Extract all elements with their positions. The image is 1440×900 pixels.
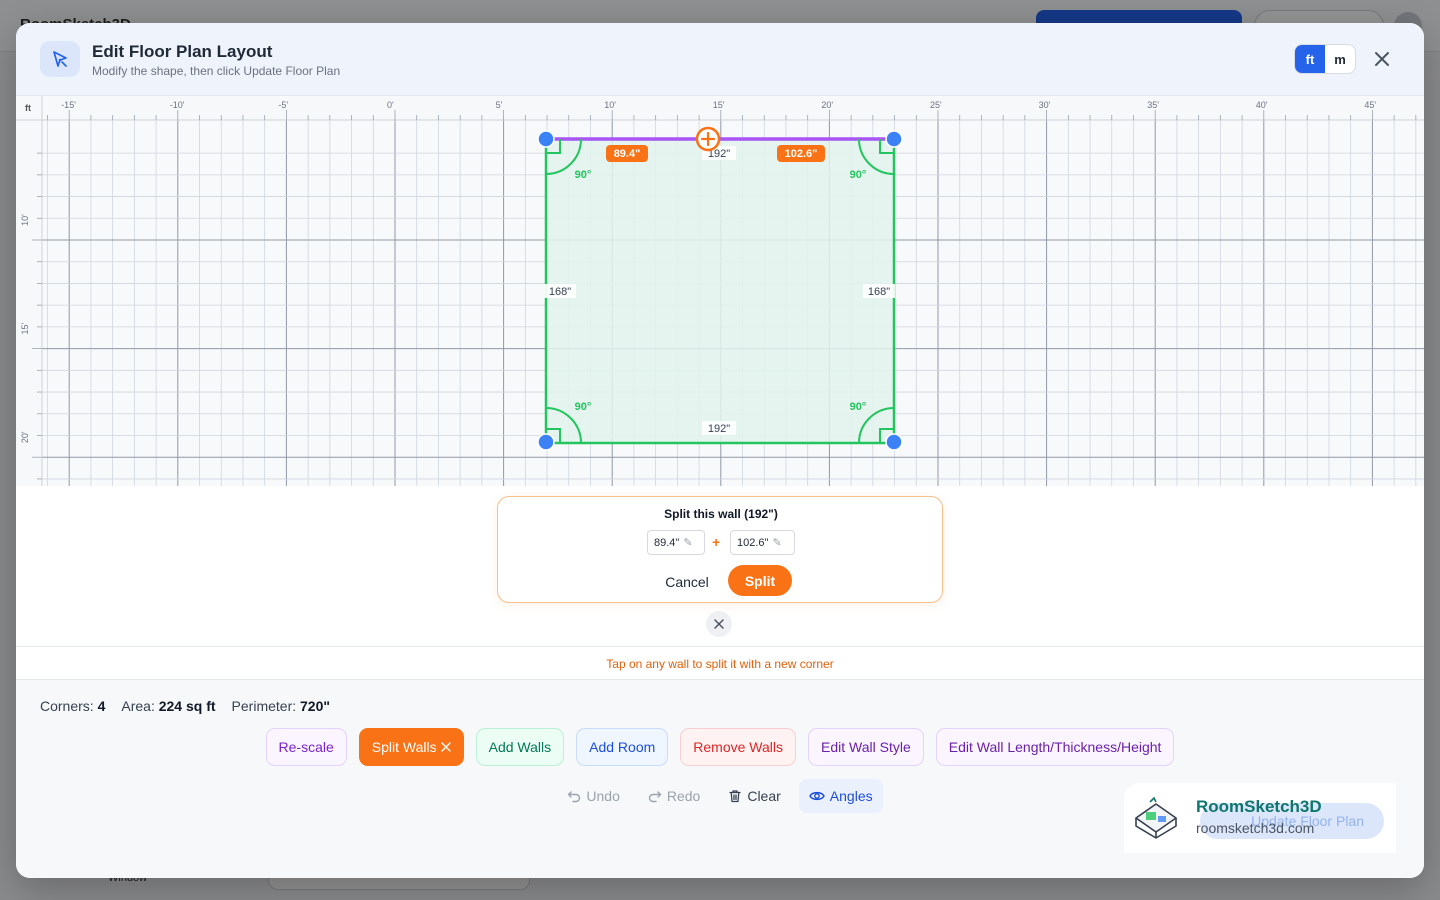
ruler-x-label: 10' bbox=[604, 100, 616, 110]
ruler-y-label: 20' bbox=[20, 431, 30, 443]
floor-plan-svg[interactable]: -15' -10' -5' 0' 5' 10' 15' 20' 25' 30' 35' 40' 45' … bbox=[16, 96, 1424, 486]
ruler-left bbox=[16, 96, 42, 486]
ruler-x-label: -10' bbox=[170, 100, 185, 110]
eye-icon bbox=[808, 791, 825, 801]
angle-label-top-right: 90° bbox=[850, 169, 867, 181]
corner-handle-bottom-left[interactable] bbox=[537, 433, 555, 451]
corners-stat: Corners: 4 bbox=[40, 698, 106, 714]
ruler-x-label: -5' bbox=[278, 100, 288, 110]
edit-floor-plan-modal: Edit Floor Plan Layout Modify the shape,… bbox=[16, 23, 1424, 878]
cancel-split-button[interactable]: Cancel bbox=[652, 571, 722, 593]
ruler-y-label: 15' bbox=[20, 322, 30, 334]
watermark-url: roomsketch3d.com bbox=[1196, 820, 1315, 836]
ruler-x-label: 15' bbox=[713, 100, 725, 110]
undo-icon bbox=[568, 791, 581, 803]
split-segment-label-b: 102.6" bbox=[785, 148, 818, 160]
ruler-x-label: 45' bbox=[1364, 100, 1376, 110]
ruler-unit-label: ft bbox=[25, 103, 31, 113]
add-walls-button[interactable]: Add Walls bbox=[475, 728, 565, 766]
unit-m-button[interactable]: m bbox=[1325, 45, 1355, 73]
close-icon[interactable] bbox=[706, 611, 732, 637]
corner-handle-top-left[interactable] bbox=[537, 130, 555, 148]
angle-label-bottom-right: 90° bbox=[850, 401, 867, 413]
trash-icon bbox=[729, 790, 741, 803]
close-icon[interactable] bbox=[1368, 45, 1396, 73]
ruler-x-label: 0' bbox=[387, 100, 394, 110]
ruler-x-label: 40' bbox=[1256, 100, 1268, 110]
clear-button[interactable]: Clear bbox=[718, 779, 790, 813]
perimeter-stat: Perimeter: 720" bbox=[231, 698, 331, 714]
unit-toggle: ft m bbox=[1294, 44, 1356, 74]
corner-handle-top-right[interactable] bbox=[885, 130, 903, 148]
remove-walls-button[interactable]: Remove Walls bbox=[680, 728, 797, 766]
edit-wall-style-button[interactable]: Edit Wall Style bbox=[808, 728, 924, 766]
split-point-icon[interactable] bbox=[695, 126, 721, 152]
confirm-split-button[interactable]: Split bbox=[728, 565, 792, 596]
angles-toggle-button[interactable]: Angles bbox=[798, 779, 883, 813]
split-walls-button[interactable]: Split Walls bbox=[358, 728, 464, 766]
split-wall-popup: Split this wall (192") 89.4" ✎ + 102.6" … bbox=[497, 496, 943, 603]
segment-a-value: 89.4" bbox=[654, 536, 680, 549]
wall-length-bottom: 192" bbox=[708, 423, 730, 435]
angle-label-bottom-left: 90° bbox=[575, 401, 592, 413]
area-stat: Area: 224 sq ft bbox=[121, 698, 216, 714]
ruler-x-label: 25' bbox=[930, 100, 942, 110]
floor-plan-pen-icon bbox=[40, 41, 80, 77]
ruler-x-label: 30' bbox=[1039, 100, 1051, 110]
roomsketch-logo-icon bbox=[1135, 796, 1177, 839]
unit-ft-button[interactable]: ft bbox=[1295, 45, 1325, 73]
pencil-icon: ✎ bbox=[772, 537, 782, 549]
hint-bar: Tap on any wall to split it with a new c… bbox=[16, 646, 1424, 680]
modal-header: Edit Floor Plan Layout Modify the shape,… bbox=[16, 23, 1424, 96]
tool-row: Re-scale Split Walls Add Walls Add Room … bbox=[16, 728, 1424, 766]
split-segment-label-a: 89.4" bbox=[614, 148, 641, 160]
add-room-button[interactable]: Add Room bbox=[576, 728, 669, 766]
watermark-brand: RoomSketch3D bbox=[1196, 797, 1322, 816]
room-fill[interactable] bbox=[546, 139, 894, 443]
pencil-icon: ✎ bbox=[683, 537, 693, 549]
ruler-y-label: 10' bbox=[20, 214, 30, 226]
ruler-x-label: 5' bbox=[496, 100, 503, 110]
redo-icon bbox=[648, 791, 662, 803]
rescale-button[interactable]: Re-scale bbox=[265, 728, 347, 766]
ruler-x-label: 20' bbox=[821, 100, 833, 110]
redo-button[interactable]: Redo bbox=[638, 779, 710, 813]
ruler-x-label: -15' bbox=[61, 100, 76, 110]
wall-length-right: 168" bbox=[868, 286, 890, 298]
ruler-x-label: 35' bbox=[1147, 100, 1159, 110]
modal-subtitle: Modify the shape, then click Update Floo… bbox=[92, 64, 341, 78]
wall-length-left: 168" bbox=[549, 286, 571, 298]
segment-a-input[interactable]: 89.4" ✎ bbox=[647, 530, 705, 555]
segment-b-value: 102.6" bbox=[737, 536, 769, 549]
undo-button[interactable]: Undo bbox=[557, 779, 629, 813]
edit-wall-dimensions-button[interactable]: Edit Wall Length/Thickness/Height bbox=[935, 728, 1175, 766]
floor-plan-canvas[interactable]: -15' -10' -5' 0' 5' 10' 15' 20' 25' 30' 35' 40' 45' … bbox=[16, 96, 1424, 486]
corner-handle-bottom-right[interactable] bbox=[885, 433, 903, 451]
segment-b-input[interactable]: 102.6" ✎ bbox=[730, 530, 795, 555]
modal-title: Edit Floor Plan Layout bbox=[92, 42, 273, 61]
plan-stats: Corners: 4 Area: 224 sq ft Perimeter: 72… bbox=[40, 698, 330, 714]
split-popup-title: Split this wall (192") bbox=[664, 507, 778, 521]
hint-text: Tap on any wall to split it with a new c… bbox=[606, 657, 834, 671]
segment-plus: + bbox=[712, 534, 721, 550]
angle-label-top-left: 90° bbox=[575, 169, 592, 181]
close-icon bbox=[440, 742, 451, 752]
